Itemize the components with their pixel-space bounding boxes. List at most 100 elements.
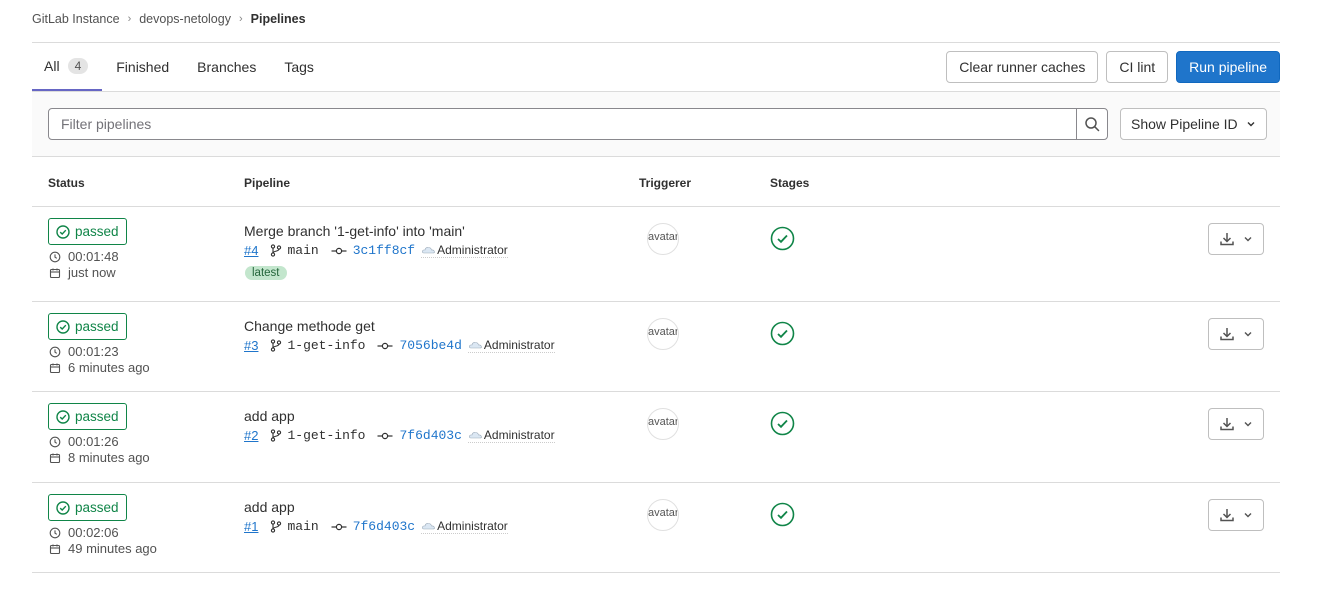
commit-title[interactable]: Change methode get	[244, 318, 375, 334]
breadcrumb-project[interactable]: devops-netology	[139, 12, 231, 26]
pipeline-refs: #3 1-get-info 7056be4d Administrator	[244, 338, 555, 353]
filter-bar: Show Pipeline ID	[32, 92, 1280, 157]
avatar[interactable]: avatar	[647, 408, 679, 440]
branch-icon	[271, 244, 282, 257]
tab-branches[interactable]: Branches	[183, 43, 270, 91]
header-status: Status	[48, 176, 85, 190]
search-button[interactable]	[1076, 108, 1108, 140]
table-row: passed 00:01:26 8 minutes ago add app #2 1-ge…	[32, 392, 1280, 483]
branch-icon	[271, 520, 282, 533]
calendar-icon	[49, 453, 61, 463]
commit-author[interactable]: Administrator	[421, 243, 508, 258]
avatar[interactable]: avatar	[647, 318, 679, 350]
header-pipeline: Pipeline	[244, 176, 291, 190]
stage-passed[interactable]	[770, 226, 795, 254]
status-success-icon	[56, 319, 70, 334]
table-row: passed 00:01:23 6 minutes ago Change method…	[32, 302, 1280, 392]
commit-author[interactable]: Administrator	[421, 519, 508, 534]
download-icon	[1220, 509, 1234, 522]
search-icon	[1085, 117, 1100, 132]
table-row: passed 00:01:48 just now Merge branch '1-ge…	[32, 207, 1280, 302]
chevron-right-icon: ›	[127, 13, 132, 25]
status-badge[interactable]: passed	[48, 218, 127, 245]
commit-sha-link[interactable]: 7f6d403c	[399, 428, 461, 443]
chevron-down-icon	[1244, 513, 1252, 518]
tab-finished[interactable]: Finished	[102, 43, 183, 91]
avatar-placeholder-icon	[469, 432, 482, 439]
status-badge[interactable]: passed	[48, 494, 127, 521]
finished-at: just now	[49, 265, 116, 280]
commit-title[interactable]: Merge branch '1-get-info' into 'main'	[244, 223, 465, 239]
branch-name[interactable]: 1-get-info	[287, 428, 365, 443]
commit-icon	[377, 432, 393, 439]
tab-label: Finished	[116, 59, 170, 75]
stage-passed[interactable]	[770, 321, 795, 349]
finished-value: 6 minutes ago	[68, 360, 150, 375]
pipeline-id-link[interactable]: #3	[244, 338, 258, 353]
branch-icon	[271, 339, 282, 352]
clear-runner-caches-button[interactable]: Clear runner caches	[946, 51, 1099, 83]
stage-passed-icon	[770, 411, 795, 436]
branch-name[interactable]: main	[287, 243, 318, 258]
download-artifacts-button[interactable]	[1208, 223, 1264, 255]
finished-at: 6 minutes ago	[49, 360, 150, 375]
status-success-icon	[56, 409, 70, 424]
stage-passed[interactable]	[770, 411, 795, 439]
header-actions: Clear runner caches CI lint Run pipeline	[946, 51, 1280, 83]
branch-icon	[271, 429, 282, 442]
commit-sha-link[interactable]: 7056be4d	[399, 338, 461, 353]
duration-value: 00:01:23	[68, 344, 119, 359]
download-artifacts-button[interactable]	[1208, 318, 1264, 350]
status-badge[interactable]: passed	[48, 403, 127, 430]
pipeline-id-link[interactable]: #4	[244, 243, 258, 258]
chevron-down-icon	[1244, 237, 1252, 242]
pipeline-id-link[interactable]: #2	[244, 428, 258, 443]
commit-author[interactable]: Administrator	[467, 338, 555, 353]
breadcrumb-gitlab-instance[interactable]: GitLab Instance	[32, 12, 120, 26]
header-stages: Stages	[770, 176, 810, 190]
chevron-down-icon	[1244, 332, 1252, 337]
clock-icon	[49, 436, 61, 447]
stage-passed-icon	[770, 502, 795, 527]
ci-lint-button[interactable]: CI lint	[1106, 51, 1169, 83]
calendar-icon	[49, 268, 61, 278]
pipeline-id-link[interactable]: #1	[244, 519, 258, 534]
pipeline-refs: #1 main 7f6d403c Administrator	[244, 519, 508, 534]
download-icon	[1220, 328, 1234, 341]
pipeline-refs: #2 1-get-info 7f6d403c Administrator	[244, 428, 555, 443]
commit-title[interactable]: add app	[244, 408, 295, 424]
branch-name[interactable]: main	[287, 519, 318, 534]
avatar[interactable]: avatar	[647, 499, 679, 531]
stage-passed-icon	[770, 321, 795, 346]
tab-all[interactable]: All 4	[32, 43, 103, 91]
dropdown-label: Show Pipeline ID	[1131, 116, 1238, 132]
avatar[interactable]: avatar	[647, 223, 679, 255]
run-pipeline-button[interactable]: Run pipeline	[1176, 51, 1280, 83]
avatar-placeholder-icon	[422, 247, 435, 254]
branch-name[interactable]: 1-get-info	[287, 338, 365, 353]
pipeline-refs: #4 main 3c1ff8cf Administrator	[244, 243, 508, 258]
commit-title[interactable]: add app	[244, 499, 295, 515]
header-triggerer: Triggerer	[639, 176, 692, 190]
duration: 00:01:48	[49, 249, 119, 264]
calendar-icon	[49, 544, 61, 554]
filter-pipelines-input[interactable]	[48, 108, 1077, 140]
tab-tags[interactable]: Tags	[270, 43, 328, 91]
download-artifacts-button[interactable]	[1208, 408, 1264, 440]
stage-passed[interactable]	[770, 502, 795, 530]
status-label: passed	[75, 409, 119, 424]
download-artifacts-button[interactable]	[1208, 499, 1264, 531]
status-label: passed	[75, 500, 119, 515]
download-icon	[1220, 418, 1234, 431]
commit-sha-link[interactable]: 7f6d403c	[353, 519, 415, 534]
show-pipeline-id-dropdown[interactable]: Show Pipeline ID	[1120, 108, 1267, 140]
status-badge[interactable]: passed	[48, 313, 127, 340]
status-label: passed	[75, 224, 119, 239]
finished-value: just now	[68, 265, 116, 280]
calendar-icon	[49, 363, 61, 373]
tab-label: Tags	[284, 59, 314, 75]
breadcrumb-current: Pipelines	[250, 12, 306, 26]
commit-author[interactable]: Administrator	[467, 428, 555, 443]
pipeline-tabs: All 4 Finished Branches Tags	[32, 43, 328, 91]
commit-sha-link[interactable]: 3c1ff8cf	[353, 243, 415, 258]
